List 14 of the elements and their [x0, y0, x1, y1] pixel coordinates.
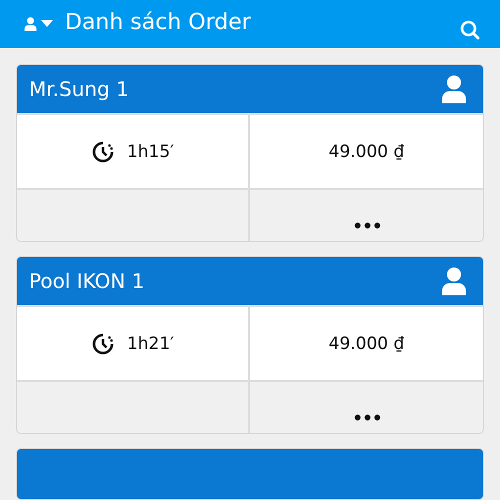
user-icon	[24, 17, 37, 31]
user-icon	[441, 74, 467, 104]
amount: 49.000 ₫	[328, 334, 404, 354]
amount: 49.000 ₫	[328, 142, 404, 162]
customer-name: Pool IKON 1	[29, 269, 144, 294]
duration: 1h21′	[126, 334, 174, 354]
caret-icon	[41, 20, 53, 28]
clock-icon	[90, 332, 115, 356]
account-menu-button[interactable]	[24, 17, 53, 31]
clock-icon	[90, 140, 115, 164]
app-title: Danh sách Order	[65, 10, 252, 34]
user-icon	[441, 266, 467, 296]
customer-name: Mr.Sung 1	[29, 77, 129, 101]
duration: 1h15′	[126, 142, 174, 162]
